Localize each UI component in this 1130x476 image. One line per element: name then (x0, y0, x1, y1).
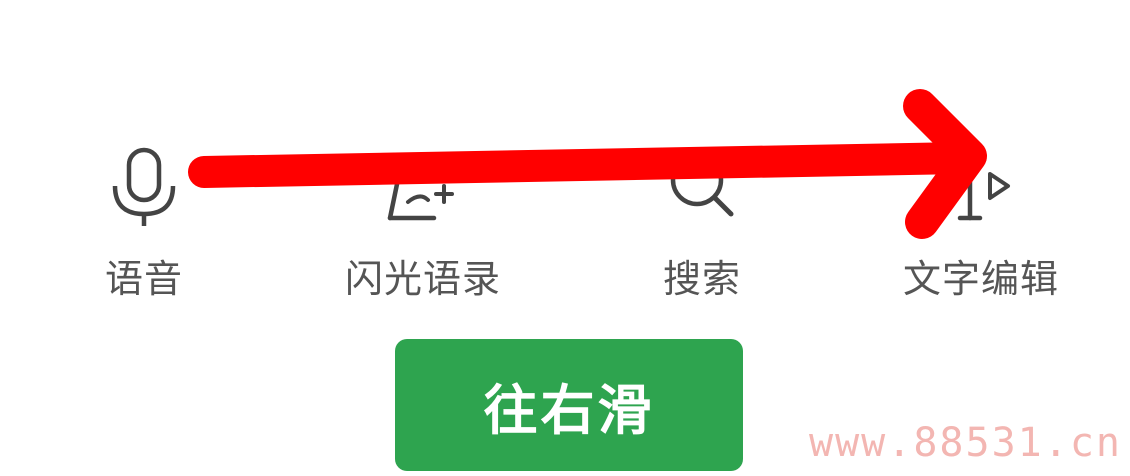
search-icon (670, 153, 734, 217)
toolbar-item-flash-quote[interactable]: 闪光语录 (313, 140, 533, 302)
toolbar-item-text-edit[interactable]: 文字编辑 (871, 140, 1091, 302)
swipe-right-button[interactable]: 往右滑 (395, 339, 743, 471)
toolbar-item-label: 闪光语录 (344, 257, 501, 301)
watermark: www.88531.cn (809, 420, 1122, 466)
toolbar-item-voice[interactable]: 语音 (34, 140, 254, 302)
toolbar: 语音 闪光语录 搜索 文字编辑 (0, 0, 1130, 320)
microphone-icon (112, 147, 176, 226)
text-edit-icon (953, 157, 1010, 221)
toolbar-item-label: 搜索 (662, 257, 741, 301)
toolbar-item-search[interactable]: 搜索 (592, 140, 812, 302)
toolbar-item-label: 文字编辑 (902, 257, 1059, 301)
toolbar-item-label: 语音 (104, 257, 183, 301)
flash-quote-icon (387, 157, 454, 221)
